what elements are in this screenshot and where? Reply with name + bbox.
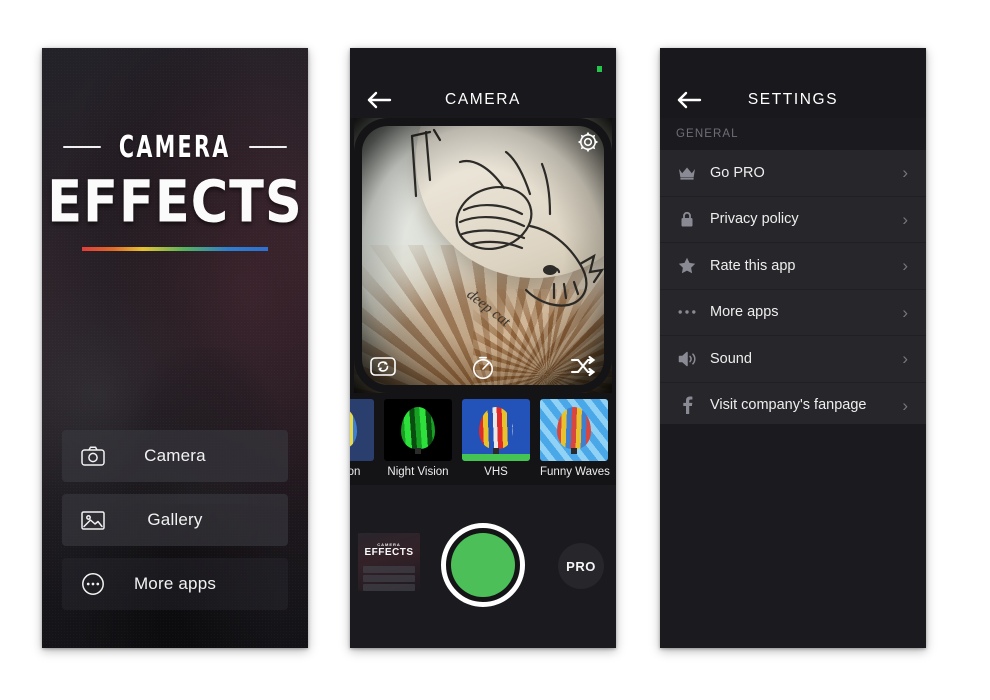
preview-logo-main: EFFECTS [364,547,414,558]
filter-strip[interactable]: Cartoon Night Vision VHS [350,393,616,485]
viewport-control-row [354,355,612,381]
status-indicator-dot [597,66,602,72]
timer-icon[interactable] [470,355,496,381]
chevron-right-icon: › [902,209,908,229]
filter-thumbnail [540,399,608,461]
speaker-icon [676,351,698,367]
star-icon [676,257,698,274]
lock-icon [676,211,698,228]
chevron-right-icon: › [902,256,908,276]
filter-thumbnail [350,399,374,461]
settings-list: Go PRO › Privacy policy › Rate this app … [660,150,926,429]
settings-item-label: Go PRO [710,164,765,181]
camera-button[interactable]: Camera [62,430,288,482]
filter-selected-indicator [462,454,530,461]
image-icon [80,507,106,533]
settings-item-privacy-policy[interactable]: Privacy policy › [660,196,926,243]
filter-item-night-vision[interactable]: Night Vision [384,399,452,478]
logo-rule-left [63,145,102,148]
shuffle-icon[interactable] [570,355,596,381]
settings-item-label: Privacy policy [710,211,799,228]
home-screen-panel: CAMERA EFFECTS Camera Gallery More apps [42,48,308,648]
settings-item-label: More apps [710,304,779,321]
camera-root: CAMERA deep cat on Night Vision VHS Funn… [350,48,616,648]
chevron-right-icon: › [902,302,908,322]
chevron-right-icon: › [902,349,908,369]
settings-item-fanpage[interactable]: Visit company's fanpage › [660,382,926,429]
filter-label: VHS [484,466,508,478]
settings-top-bar: SETTINGS [660,48,926,118]
balloon-graphic [479,407,513,454]
photo-cat-drawing: deep cat [410,128,605,331]
filter-item-funny-waves[interactable]: Funny Waves [540,399,610,478]
gear-icon[interactable] [576,130,600,154]
logo-effects-text: EFFECTS [47,168,303,236]
camera-top-bar: CAMERA [350,48,616,118]
chevron-right-icon: › [902,395,908,415]
settings-empty-area [660,424,926,648]
settings-screen-panel: SETTINGS GENERAL Go PRO › Privacy policy… [660,48,926,648]
filter-item-cartoon[interactable]: Cartoon [350,399,374,478]
camera-bottom-bar: CAMERA EFFECTS PRO [350,485,616,648]
pro-button[interactable]: PRO [558,543,604,589]
filter-thumbnail [462,399,530,461]
settings-item-label: Visit company's fanpage [710,397,867,414]
logo-camera-text: CAMERA [119,128,231,165]
settings-item-label: Rate this app [710,257,796,274]
logo-top-row: CAMERA [42,128,308,165]
preview-row [363,584,415,591]
camera-screen-panel: CAMERA deep cat on Night Vision VHS Funn… [350,48,616,648]
balloon-graphic [401,407,435,454]
settings-title: SETTINGS [747,91,839,108]
settings-item-more-apps[interactable]: More apps › [660,289,926,336]
switch-camera-icon[interactable] [370,355,396,381]
settings-section-header: GENERAL [660,118,926,150]
gallery-preview-thumbnail[interactable]: CAMERA EFFECTS [358,533,420,591]
ellipsis-icon [676,309,698,315]
logo-rainbow-underline [82,247,268,257]
settings-root: SETTINGS GENERAL Go PRO › Privacy policy… [660,48,926,648]
filter-item-vhs[interactable]: VHS [462,399,530,478]
more-apps-button[interactable]: More apps [62,558,288,610]
balloon-graphic [557,407,591,454]
svg-text:deep cat: deep cat [464,287,514,331]
balloon-graphic [350,407,357,449]
filter-track: Cartoon Night Vision VHS [350,399,610,478]
app-logo: CAMERA EFFECTS [42,128,308,257]
gallery-button[interactable]: Gallery [62,494,288,546]
facebook-icon [676,396,698,415]
camera-title: CAMERA [445,91,521,108]
settings-item-sound[interactable]: Sound › [660,336,926,383]
camera-viewport[interactable]: deep cat [354,118,612,393]
ellipsis-circle-icon [80,571,106,597]
preview-row [363,575,415,582]
logo-rule-right [248,145,287,148]
home-menu: Camera Gallery More apps [62,430,288,622]
camera-icon [80,443,106,469]
preview-logo: CAMERA EFFECTS [358,542,420,558]
settings-item-rate-this-app[interactable]: Rate this app › [660,243,926,290]
shutter-button[interactable] [441,523,525,607]
filter-label: Funny Waves [540,466,610,478]
chevron-right-icon: › [902,163,908,183]
preview-row [363,566,415,573]
crown-icon [676,166,698,180]
filter-label: Cartoon [350,466,361,478]
filter-thumbnail [384,399,452,461]
filter-label: Night Vision [387,466,449,478]
settings-item-go-pro[interactable]: Go PRO › [660,150,926,197]
screenshot-stage: CAMERA EFFECTS Camera Gallery More apps … [0,0,990,700]
settings-item-label: Sound [710,350,752,367]
